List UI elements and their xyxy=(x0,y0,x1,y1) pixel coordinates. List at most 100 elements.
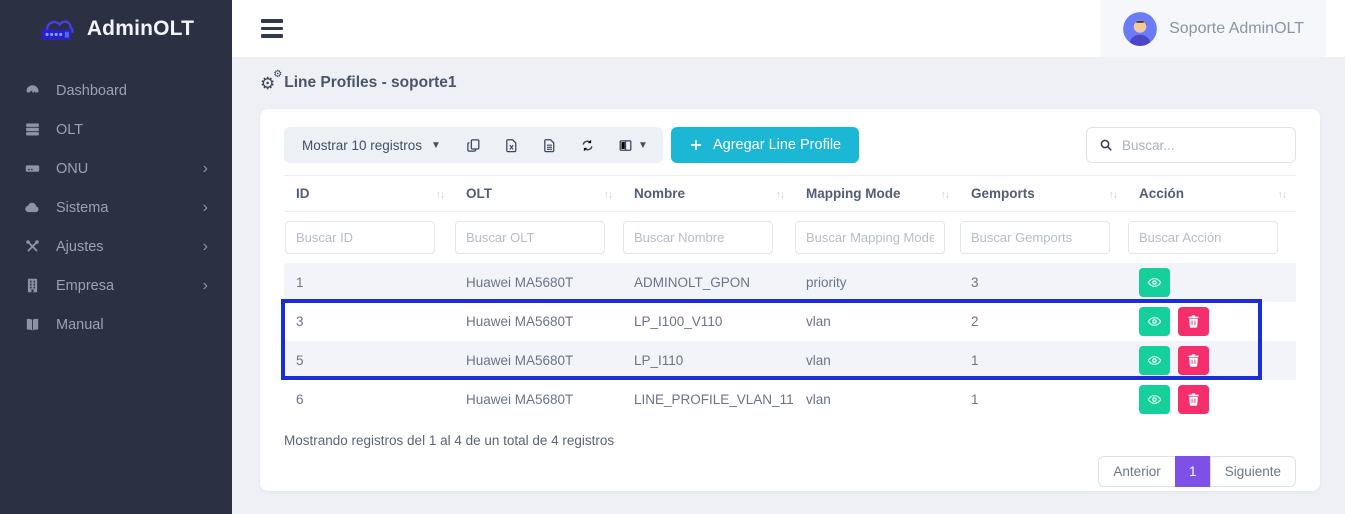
sidebar-item-label: Dashboard xyxy=(56,83,127,99)
view-button[interactable] xyxy=(1139,268,1170,297)
table-row: 6Huawei MA5680TLINE_PROFILE_VLAN_110vlan… xyxy=(284,380,1296,419)
content: ⚙⚙ Line Profiles - soporte1 Mostrar 10 r… xyxy=(232,57,1345,514)
gears-icon: ⚙⚙ xyxy=(260,75,275,92)
server-icon xyxy=(24,121,41,138)
topbar: Soporte AdminOLT xyxy=(232,0,1345,57)
user-name: Soporte AdminOLT xyxy=(1169,20,1304,38)
cell-accion xyxy=(1127,380,1296,419)
export-file-button[interactable] xyxy=(531,127,569,163)
file-excel-icon xyxy=(504,138,519,153)
filter-input-accion[interactable] xyxy=(1128,221,1278,254)
gauge-icon xyxy=(24,82,41,99)
cell-olt: Huawei MA5680T xyxy=(454,263,622,302)
search-icon xyxy=(1099,138,1113,152)
cell-gemports: 1 xyxy=(959,380,1127,419)
filter-input-mapping_mode[interactable] xyxy=(795,221,945,254)
cell-mapping_mode: priority xyxy=(794,263,959,302)
eye-icon xyxy=(1147,314,1162,329)
copy-button[interactable] xyxy=(455,127,493,163)
column-visibility-button[interactable]: ▼ xyxy=(607,127,659,163)
chevron-right-icon: › xyxy=(203,161,208,177)
filter-input-gemports[interactable] xyxy=(960,221,1110,254)
cell-olt: Huawei MA5680T xyxy=(454,380,622,419)
sort-icon[interactable]: ↑↓ xyxy=(941,189,950,201)
view-button[interactable] xyxy=(1139,307,1170,336)
sidebar-item-olt[interactable]: OLT xyxy=(0,110,232,149)
cell-id: 5 xyxy=(284,341,454,380)
pagination-page-1[interactable]: 1 xyxy=(1175,456,1211,487)
chevron-right-icon: › xyxy=(203,278,208,294)
page-title: Line Profiles - soporte1 xyxy=(284,74,456,92)
user-menu[interactable]: Soporte AdminOLT xyxy=(1101,0,1326,57)
cell-accion xyxy=(1127,302,1296,341)
table-header-row: ID↑↓OLT↑↓Nombre↑↓Mapping Mode↑↓Gemports↑… xyxy=(284,176,1296,212)
column-header-id[interactable]: ID↑↓ xyxy=(284,176,454,212)
cell-mapping_mode: vlan xyxy=(794,341,959,380)
table-row: 5Huawei MA5680TLP_I110vlan1 xyxy=(284,341,1296,380)
building-icon xyxy=(24,277,41,294)
view-button[interactable] xyxy=(1139,346,1170,375)
line-profiles-card: Mostrar 10 registros ▼ xyxy=(260,109,1320,491)
cell-olt: Huawei MA5680T xyxy=(454,302,622,341)
sidebar-item-sistema[interactable]: Sistema› xyxy=(0,188,232,227)
caret-down-icon: ▼ xyxy=(431,140,441,151)
trash-icon xyxy=(1186,392,1201,407)
sort-icon[interactable]: ↑↓ xyxy=(1278,189,1287,201)
sidebar-item-label: Manual xyxy=(56,317,104,333)
sidebar-item-label: OLT xyxy=(56,122,83,138)
show-entries-label: Mostrar 10 registros xyxy=(302,138,422,153)
sort-icon[interactable]: ↑↓ xyxy=(776,189,785,201)
add-line-profile-button[interactable]: Agregar Line Profile xyxy=(671,127,859,163)
show-entries-dropdown[interactable]: Mostrar 10 registros ▼ xyxy=(288,138,455,153)
line-profiles-table: ID↑↓OLT↑↓Nombre↑↓Mapping Mode↑↓Gemports↑… xyxy=(284,175,1296,419)
cell-olt: Huawei MA5680T xyxy=(454,341,622,380)
column-header-mapping_mode[interactable]: Mapping Mode↑↓ xyxy=(794,176,959,212)
sidebar-item-ajustes[interactable]: Ajustes› xyxy=(0,227,232,266)
filter-input-id[interactable] xyxy=(285,221,435,254)
brand-logo[interactable]: AdminOLT xyxy=(0,0,232,57)
refresh-button[interactable] xyxy=(569,127,607,163)
caret-down-icon: ▼ xyxy=(638,140,648,151)
hamburger-menu-icon[interactable] xyxy=(261,19,283,38)
sidebar-item-dashboard[interactable]: Dashboard xyxy=(0,71,232,110)
cell-mapping_mode: vlan xyxy=(794,380,959,419)
sort-icon[interactable]: ↑↓ xyxy=(1109,189,1118,201)
search-input[interactable] xyxy=(1122,138,1283,153)
global-search xyxy=(1086,127,1296,163)
chevron-right-icon: › xyxy=(203,200,208,216)
column-header-olt[interactable]: OLT↑↓ xyxy=(454,176,622,212)
columns-icon xyxy=(618,138,633,153)
pagination-prev-button[interactable]: Anterior xyxy=(1098,456,1175,487)
cell-nombre: ADMINOLT_GPON xyxy=(622,263,794,302)
add-line-profile-label: Agregar Line Profile xyxy=(713,137,841,153)
sidebar-item-label: ONU xyxy=(56,161,88,177)
table-row: 1Huawei MA5680TADMINOLT_GPONpriority3 xyxy=(284,263,1296,302)
pagination-row: Anterior 1 Siguiente xyxy=(284,456,1296,487)
filter-input-nombre[interactable] xyxy=(623,221,773,254)
sidebar-item-empresa[interactable]: Empresa› xyxy=(0,266,232,305)
sidebar-item-manual[interactable]: Manual xyxy=(0,305,232,344)
delete-button[interactable] xyxy=(1178,307,1209,336)
sort-icon[interactable]: ↑↓ xyxy=(436,189,445,201)
column-header-gemports[interactable]: Gemports↑↓ xyxy=(959,176,1127,212)
column-header-nombre[interactable]: Nombre↑↓ xyxy=(622,176,794,212)
book-icon xyxy=(24,316,41,333)
cell-nombre: LINE_PROFILE_VLAN_110 xyxy=(622,380,794,419)
trash-icon xyxy=(1186,314,1201,329)
delete-button[interactable] xyxy=(1178,385,1209,414)
page-title-row: ⚙⚙ Line Profiles - soporte1 xyxy=(260,74,1320,92)
pagination-next-button[interactable]: Siguiente xyxy=(1210,456,1296,487)
toolbar-button-group: Mostrar 10 registros ▼ xyxy=(284,127,663,163)
view-button[interactable] xyxy=(1139,385,1170,414)
sort-icon[interactable]: ↑↓ xyxy=(604,189,613,201)
table-toolbar: Mostrar 10 registros ▼ xyxy=(284,127,1296,163)
eye-icon xyxy=(1147,275,1162,290)
export-excel-button[interactable] xyxy=(493,127,531,163)
cell-mapping_mode: vlan xyxy=(794,302,959,341)
column-header-accion[interactable]: Acción↑↓ xyxy=(1127,176,1296,212)
sidebar-item-label: Ajustes xyxy=(56,239,104,255)
delete-button[interactable] xyxy=(1178,346,1209,375)
pagination: Anterior 1 Siguiente xyxy=(1098,456,1296,487)
filter-input-olt[interactable] xyxy=(455,221,605,254)
sidebar-item-onu[interactable]: ONU › xyxy=(0,149,232,188)
